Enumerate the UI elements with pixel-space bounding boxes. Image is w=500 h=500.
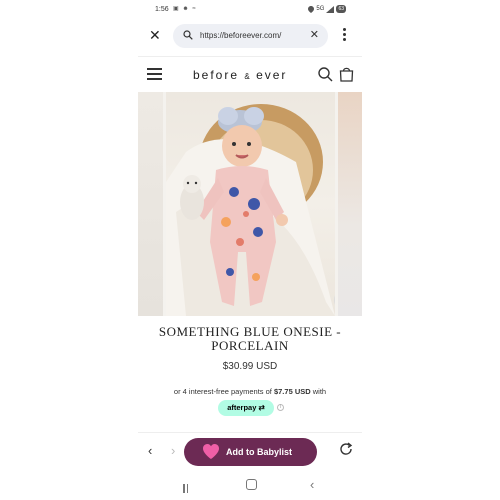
product-gallery[interactable] (138, 92, 362, 316)
system-back-icon[interactable]: ‹ (310, 477, 314, 492)
afterpay-badge[interactable]: afterpay ⇄ (218, 400, 274, 416)
back-arrow-icon[interactable]: ‹ (148, 443, 152, 458)
next-product-image[interactable] (338, 92, 362, 316)
kebab-menu-icon[interactable] (343, 28, 347, 42)
shopping-bag-icon[interactable] (339, 66, 354, 82)
zoom-button[interactable] (334, 289, 335, 311)
babylist-bar: ‹ › Add to Babylist (138, 432, 362, 470)
location-icon (308, 5, 315, 13)
afterpay-installments-text: or 4 interest-free payments of $7.75 USD… (138, 387, 362, 396)
home-icon[interactable] (246, 479, 257, 490)
logo-ampersand: & (244, 72, 251, 81)
address-bar[interactable]: https://beforeever.com/ ✕ (173, 24, 328, 48)
hamburger-menu-icon[interactable] (147, 68, 162, 80)
status-right: 5G 63 (308, 5, 346, 13)
product-price: $30.99 USD (222, 361, 278, 372)
baby-photo-illustration (166, 104, 335, 316)
logo-word-ever: ever (256, 68, 288, 82)
heart-icon (203, 444, 219, 459)
battery-level: 63 (336, 5, 346, 13)
site-logo[interactable]: before & ever (193, 68, 287, 82)
signal-icon (326, 5, 335, 13)
add-to-babylist-button[interactable]: Add to Babylist (184, 438, 317, 466)
android-navigation-bar: ‹ (138, 474, 362, 498)
info-icon[interactable]: i (277, 404, 284, 411)
status-bar: 1:56 ▣ ☻ ≈ 5G 63 (138, 0, 362, 20)
afterpay-arrows-icon: ⇄ (258, 403, 265, 412)
product-image[interactable] (166, 92, 335, 316)
logo-word-before: before (193, 68, 240, 82)
site-search-icon[interactable] (318, 67, 333, 82)
product-title: SOMETHING BLUE ONESIE - PORCELAIN (158, 324, 342, 353)
network-type: 5G (316, 6, 325, 12)
installments-prefix: or 4 interest-free payments of (173, 387, 272, 396)
installment-amount: $7.75 USD (273, 387, 311, 396)
afterpay-label: afterpay (227, 403, 257, 412)
reload-icon[interactable] (338, 441, 354, 457)
close-icon[interactable]: ✕ (149, 28, 161, 42)
installments-suffix: with (312, 387, 327, 396)
previous-product-image[interactable] (138, 92, 163, 316)
phone-screen: 1:56 ▣ ☻ ≈ 5G 63 ✕ https://beforeever.co… (138, 0, 362, 500)
browser-toolbar: ✕ https://beforeever.com/ ✕ (138, 22, 362, 50)
clear-url-icon[interactable]: ✕ (310, 28, 319, 41)
forward-arrow-icon[interactable]: › (171, 443, 175, 458)
add-to-babylist-label: Add to Babylist (226, 447, 293, 457)
status-notification-icons: ▣ ☻ ≈ (173, 6, 197, 12)
search-icon (183, 30, 193, 40)
status-time: 1:56 (155, 6, 169, 13)
recents-icon[interactable] (183, 480, 193, 493)
url-text[interactable]: https://beforeever.com/ (200, 31, 281, 40)
site-header: before & ever (138, 56, 362, 90)
